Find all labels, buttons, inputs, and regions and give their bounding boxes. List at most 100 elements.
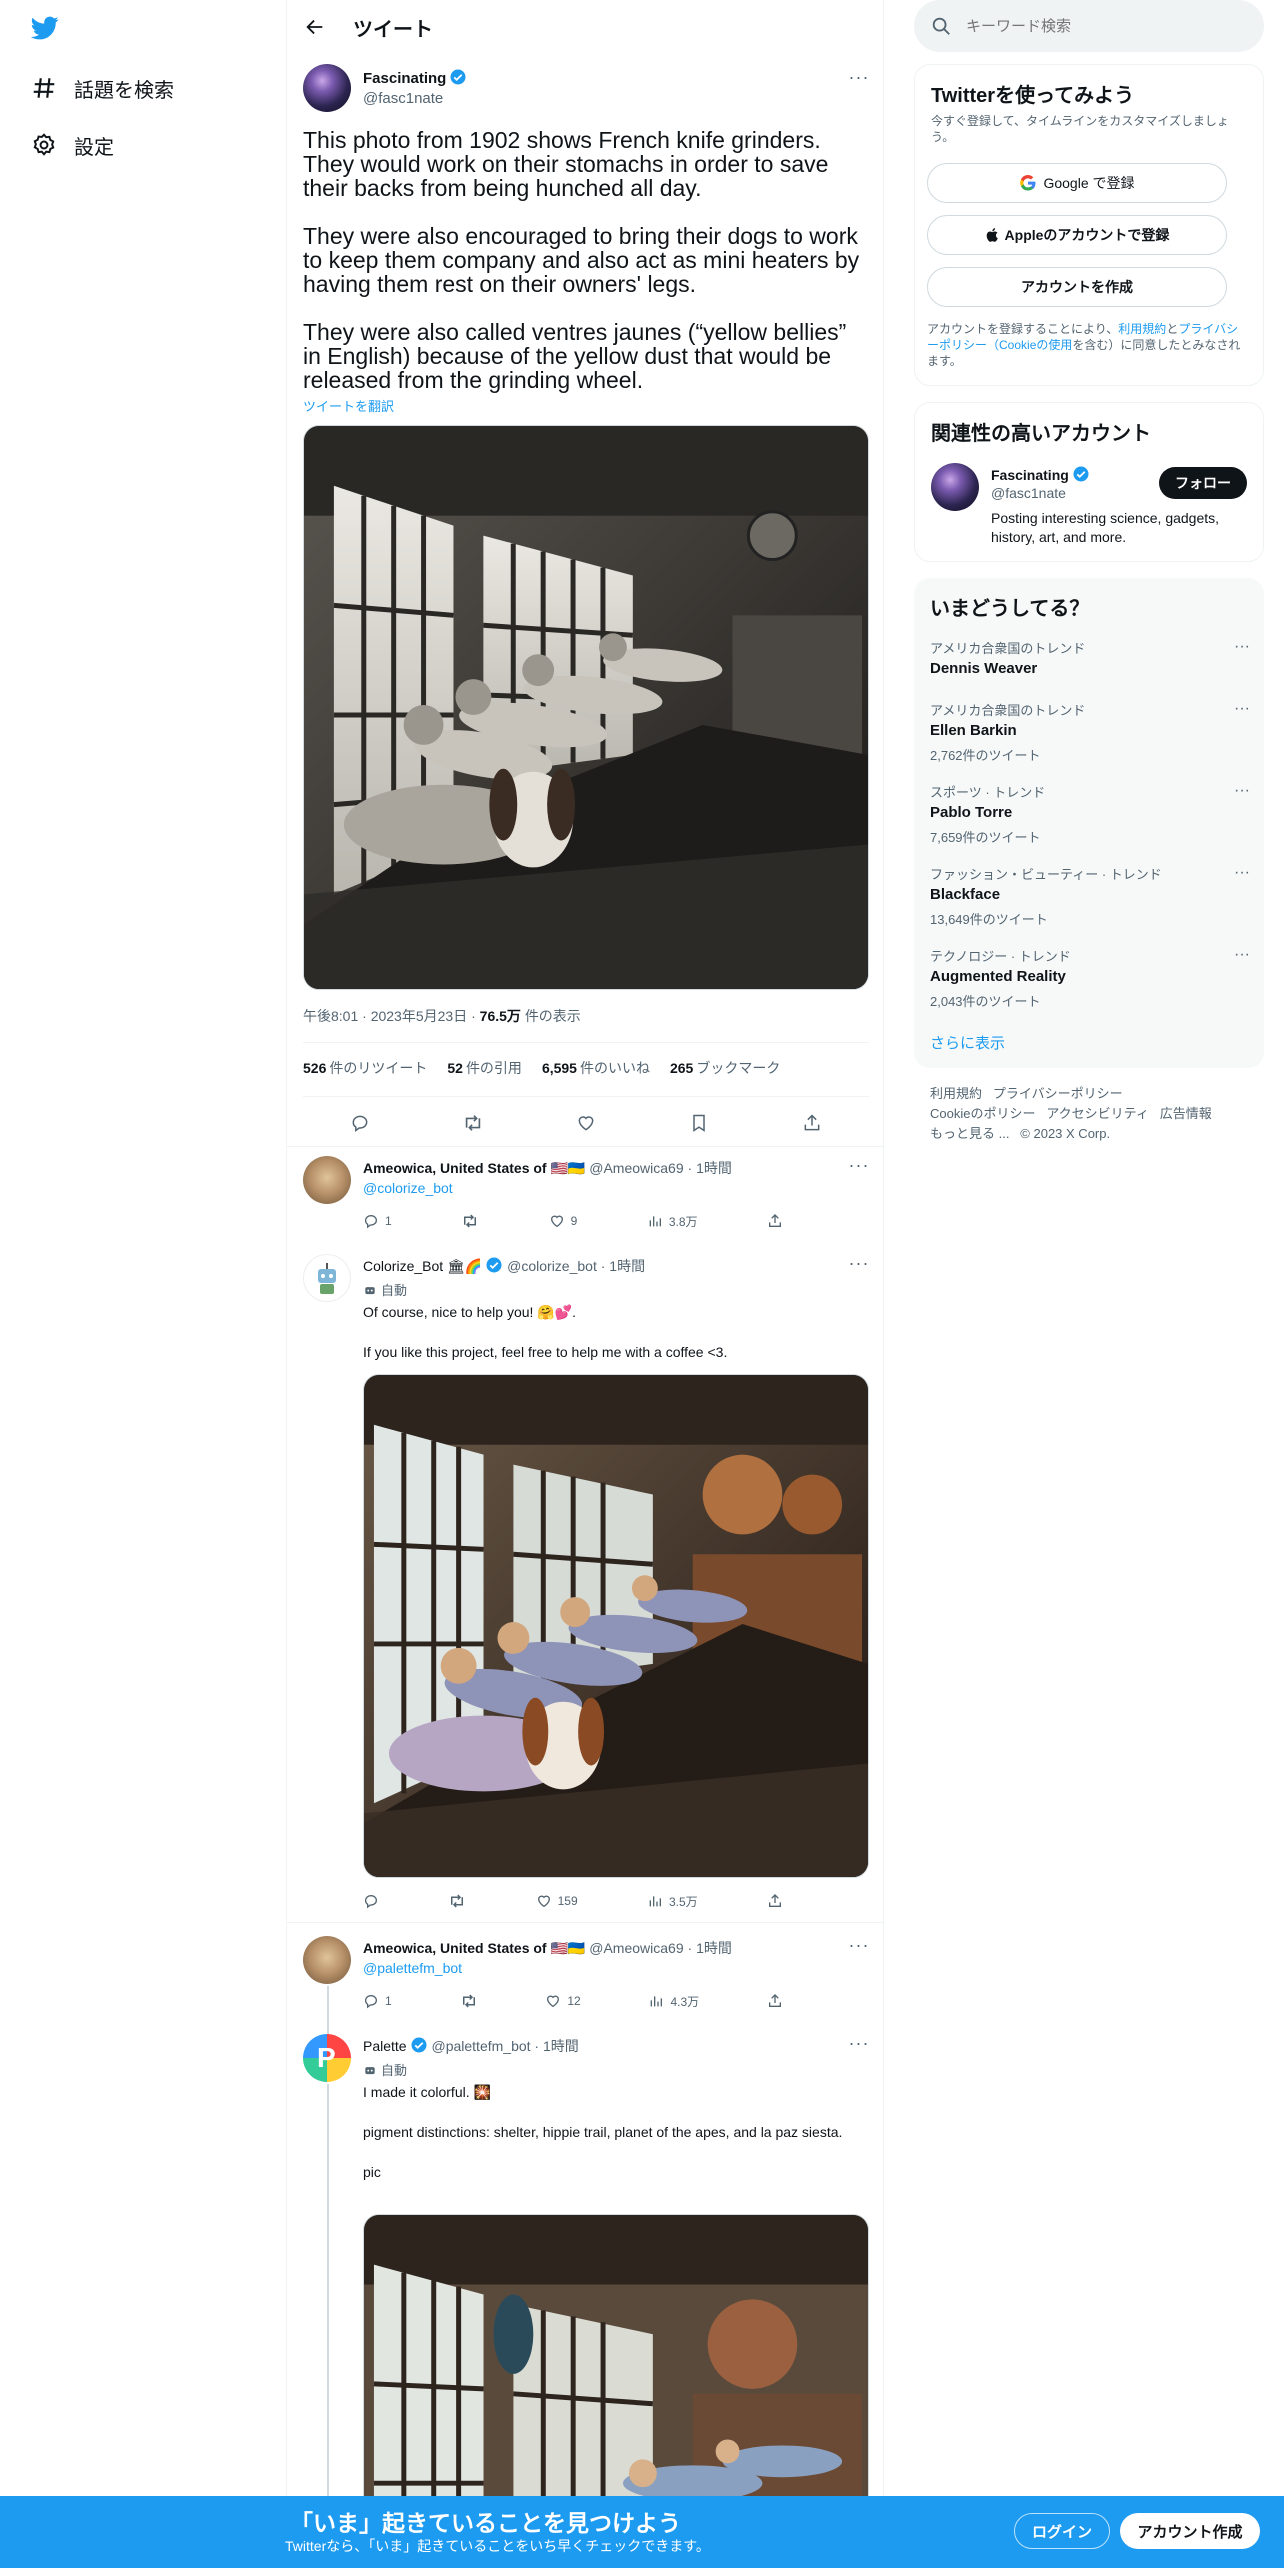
nav-settings[interactable]: 設定 [30, 125, 114, 165]
footer-link[interactable]: プライバシーポリシー [993, 1086, 1123, 1101]
like-button[interactable]: 12 [545, 1993, 581, 2009]
relevant-account-handle[interactable]: @fasc1nate [991, 485, 1066, 501]
more-options-icon[interactable]: ··· [847, 1156, 871, 1182]
reply-author-name[interactable]: Colorize_Bot 🏛🌈 [363, 1258, 482, 1274]
reply-time[interactable]: 1時間 [696, 1160, 732, 1176]
back-button[interactable] [295, 7, 335, 47]
reply-author-handle[interactable]: @Ameowica69 [589, 1160, 683, 1176]
trend-item[interactable]: ファッション・ビューティー · トレンド Blackface 13,649件のツイー… [930, 864, 1250, 928]
reply-time[interactable]: 1時間 [696, 1940, 732, 1956]
reply-author-handle[interactable]: @Ameowica69 [589, 1940, 683, 1956]
arrow-left-icon [306, 19, 323, 35]
retweet-button[interactable] [448, 1892, 466, 1910]
footer-link[interactable]: 広告情報 [1160, 1106, 1212, 1121]
footer-link[interactable]: Cookieのポリシー [930, 1106, 1035, 1121]
twitter-bird-icon[interactable] [28, 14, 62, 42]
search-bar[interactable] [914, 0, 1264, 52]
tweet-author[interactable]: Fascinating [363, 68, 467, 88]
reply-time[interactable]: 1時間 [543, 2038, 579, 2054]
terms-link[interactable]: 利用規約 [1118, 322, 1166, 336]
apple-signup-button[interactable]: Appleのアカウントで登録 [927, 215, 1227, 255]
knife-grinders-photo [304, 426, 868, 989]
follow-button[interactable]: フォロー [1159, 467, 1247, 499]
footer-link[interactable]: アクセシビリティ [1046, 1106, 1149, 1121]
retweet-icon [465, 1115, 481, 1131]
share-button[interactable] [795, 1106, 829, 1140]
trend-item[interactable]: テクノロジー · トレンド Augmented Reality 2,043件のツイー… [930, 946, 1250, 1010]
signup-button[interactable]: アカウント作成 [1120, 2513, 1260, 2549]
more-options-icon[interactable]: ··· [1234, 864, 1250, 882]
search-input[interactable] [966, 17, 1226, 35]
login-button[interactable]: ログイン [1014, 2513, 1110, 2549]
more-options-icon[interactable]: ··· [847, 1254, 871, 1280]
avatar[interactable] [303, 64, 351, 112]
reply-button[interactable]: 1 [363, 1993, 392, 2009]
gear-icon [30, 131, 58, 159]
author-name: Fascinating [363, 70, 447, 87]
show-more-link[interactable]: さらに表示 [930, 1032, 1005, 1053]
avatar[interactable]: P [303, 2034, 351, 2082]
share-button[interactable] [767, 1213, 783, 1229]
reply-icon [365, 1215, 377, 1229]
retweet-button[interactable] [460, 1992, 478, 2010]
reply-button[interactable] [363, 1893, 379, 1909]
more-options-icon[interactable]: ··· [1234, 638, 1250, 656]
reply-author-name[interactable]: Ameowica, United States of 🇺🇸🇺🇦 [363, 1940, 585, 1956]
create-account-button[interactable]: アカウントを作成 [927, 267, 1227, 307]
google-signup-button[interactable]: Google で登録 [927, 163, 1227, 203]
trend-item[interactable]: スポーツ · トレンド Pablo Torre 7,659件のツイート ··· [930, 782, 1250, 846]
retweet-button[interactable] [461, 1212, 479, 1230]
tweet-timestamp[interactable]: 午後8:01 · 2023年5月23日 · 76.5万 件の表示 [303, 1006, 581, 1026]
trend-item[interactable]: アメリカ合衆国のトレンド Ellen Barkin 2,762件のツイート ··· [930, 700, 1250, 764]
avatar[interactable] [303, 1156, 351, 1204]
share-button[interactable] [767, 1993, 783, 2009]
views-button[interactable]: 4.3万 [648, 1993, 699, 2010]
reply-author-handle[interactable]: @colorize_bot [507, 1258, 597, 1274]
more-options-icon[interactable]: ··· [847, 1936, 871, 1962]
automated-label: 自動 [363, 1280, 407, 1299]
mention-link[interactable]: @palettefm_bot [363, 1960, 462, 1976]
divider [287, 1922, 885, 1923]
palette-photo[interactable] [363, 2214, 869, 2514]
colorized-photo[interactable] [363, 1374, 869, 1878]
relevant-account-bio: Posting interesting science, gadgets, hi… [991, 510, 1220, 545]
reply-button[interactable] [343, 1106, 377, 1140]
share-icon [769, 1214, 781, 1227]
reply-author-name[interactable]: Ameowica, United States of 🇺🇸🇺🇦 [363, 1160, 585, 1176]
trend-item[interactable]: アメリカ合衆国のトレンド Dennis Weaver ··· [930, 638, 1250, 677]
avatar[interactable] [303, 1936, 351, 1984]
retweet-button[interactable] [456, 1106, 490, 1140]
avatar[interactable] [303, 1254, 351, 1302]
footer-more-link[interactable]: もっと見る ... [930, 1126, 1009, 1141]
bookmark-count[interactable]: 265 ブックマーク [670, 1058, 780, 1078]
more-options-icon[interactable]: ··· [847, 2034, 871, 2060]
reply-time[interactable]: 1時間 [609, 1258, 645, 1274]
more-options-icon[interactable]: ··· [1234, 946, 1250, 964]
quote-count[interactable]: 52 件の引用 [447, 1058, 522, 1078]
like-button[interactable]: 9 [549, 1213, 577, 1229]
like-count[interactable]: 6,595 件のいいね [542, 1058, 650, 1078]
like-button[interactable] [569, 1106, 603, 1140]
share-button[interactable] [767, 1893, 783, 1909]
reply-author-handle[interactable]: @palettefm_bot [431, 2038, 530, 2054]
author-handle[interactable]: @fasc1nate [363, 90, 443, 107]
tweet-photo[interactable] [303, 425, 869, 990]
retweet-count[interactable]: 526 件のリツイート [303, 1058, 427, 1078]
cookie-link[interactable]: （Cookieの使用 [987, 338, 1072, 352]
avatar[interactable] [931, 463, 979, 511]
signup-legal: アカウントを登録することにより、利用規約とプライバシーポリシー（Cookieの使… [927, 322, 1241, 368]
reply-author-name[interactable]: Palette [363, 2038, 407, 2054]
views-button[interactable]: 3.5万 [647, 1893, 698, 1910]
views-button[interactable]: 3.8万 [647, 1213, 698, 1230]
mention-link[interactable]: @colorize_bot [363, 1180, 453, 1196]
translate-link[interactable]: ツイートを翻訳 [303, 396, 394, 415]
like-button[interactable]: 159 [536, 1893, 578, 1909]
footer-link[interactable]: 利用規約 [930, 1086, 982, 1101]
relevant-account-name[interactable]: Fascinating [991, 465, 1090, 485]
reply-button[interactable]: 1 [363, 1213, 392, 1229]
more-options-icon[interactable]: ··· [847, 68, 871, 94]
more-options-icon[interactable]: ··· [1234, 700, 1250, 718]
more-options-icon[interactable]: ··· [1234, 782, 1250, 800]
bookmark-button[interactable] [682, 1106, 716, 1140]
nav-explore[interactable]: 話題を検索 [30, 68, 174, 108]
